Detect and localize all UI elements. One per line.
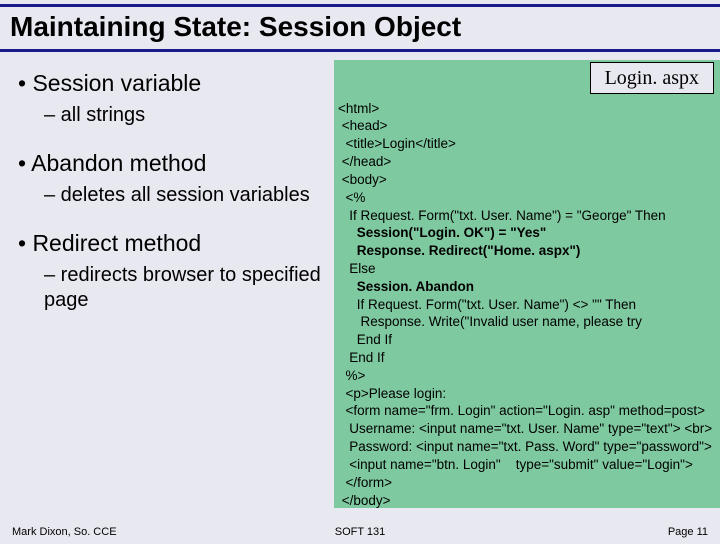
bullet-session-variable: • Session variable [18,70,330,97]
code-box: Login. aspx <html> <head> <title>Login</… [334,60,720,508]
code-line-bold: Session("Login. OK") = "Yes" [338,225,546,240]
code-line: <head> [338,118,388,133]
title-bar: Maintaining State: Session Object [0,4,720,52]
bullet-column: • Session variable – all strings • Aband… [0,62,330,335]
code-line: If Request. Form("txt. User. Name") <> "… [338,297,636,312]
code-line: <% [338,190,365,205]
code-line: Password: <input name="txt. Pass. Word" … [338,439,712,454]
code-line: <title>Login</title> [338,136,456,151]
footer-author: Mark Dixon, So. CCE [12,526,117,538]
code-line: <body> [338,172,387,187]
code-line: End If [338,350,385,365]
footer-page: Page 11 [668,526,708,538]
code-line: <html> [338,101,379,116]
code-line: </body> [338,493,391,508]
code-line: <p>Please login: [338,386,446,401]
bullet-deletes-all: – deletes all session variables [44,183,330,208]
code-line: Response. Write("Invalid user name, plea… [338,314,642,329]
code-line: If Request. Form("txt. User. Name") = "G… [338,208,666,223]
code-line: End If [338,332,392,347]
bullet-abandon-method: • Abandon method [18,150,330,177]
code-line-bold: Session. Abandon [338,279,474,294]
bullet-redirects-browser: – redirects browser to specified page [44,263,330,313]
code-line: Username: <input name="txt. User. Name" … [338,421,712,436]
code-line: <input name="btn. Login" type="submit" v… [338,457,693,472]
filename-label: Login. aspx [590,62,714,94]
code-line: </form> [338,475,392,490]
footer: Mark Dixon, So. CCE SOFT 131 Page 11 [0,526,720,538]
code-line: Else [338,261,376,276]
code-line-bold: Response. Redirect("Home. aspx") [338,243,580,258]
code-line: </head> [338,154,391,169]
bullet-redirect-method: • Redirect method [18,230,330,257]
code-line: <form name="frm. Login" action="Login. a… [338,403,705,418]
footer-course: SOFT 131 [335,526,386,538]
code-line: %> [338,368,365,383]
bullet-all-strings: – all strings [44,103,330,128]
slide-title: Maintaining State: Session Object [10,11,710,43]
